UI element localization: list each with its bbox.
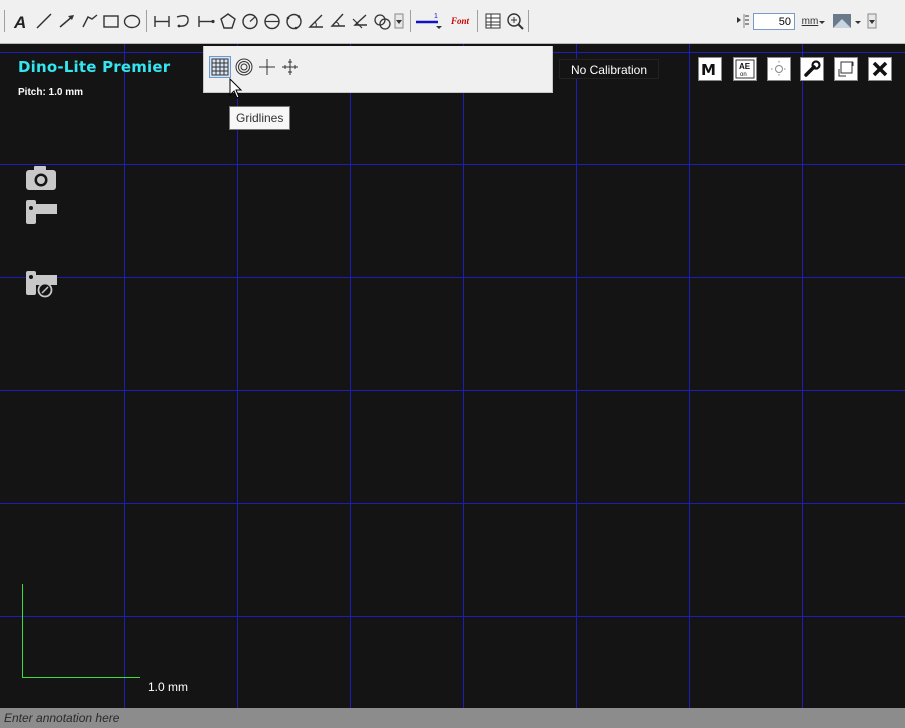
mouse-cursor-icon bbox=[229, 78, 243, 99]
arrow-tool-icon[interactable] bbox=[56, 9, 78, 33]
toolbar-separator bbox=[477, 10, 478, 32]
svg-text:A: A bbox=[13, 13, 26, 31]
zoom-icon[interactable] bbox=[504, 9, 526, 33]
line-color-picker-icon[interactable]: 1 bbox=[414, 9, 444, 33]
line-tool-icon[interactable] bbox=[33, 9, 55, 33]
camera-view[interactable]: Dino-Lite Premier Pitch: 1.0 mm No Calib… bbox=[0, 44, 905, 708]
measurement-toolbar: A 1 Font 50 mm bbox=[0, 0, 905, 44]
grid-line bbox=[350, 44, 351, 708]
annotation-input[interactable] bbox=[0, 708, 905, 728]
close-icon[interactable] bbox=[868, 57, 892, 81]
gridlines-tooltip: Gridlines bbox=[229, 106, 291, 130]
ellipse-tool-icon[interactable] bbox=[121, 9, 143, 33]
video-record-icon[interactable] bbox=[25, 197, 59, 227]
grid-line bbox=[689, 44, 690, 708]
grid-line bbox=[0, 277, 905, 278]
grid-options-popup bbox=[203, 46, 553, 93]
toolbar-separator bbox=[4, 10, 5, 32]
center-distance-tool-icon[interactable] bbox=[371, 9, 393, 33]
grid-line bbox=[0, 616, 905, 617]
settings-wrench-icon[interactable] bbox=[800, 57, 824, 81]
grid-line bbox=[802, 44, 803, 708]
polygon-tool-icon[interactable] bbox=[217, 9, 239, 33]
rectangle-tool-icon[interactable] bbox=[100, 9, 122, 33]
grid-line bbox=[124, 44, 125, 708]
measure-mode-button[interactable]: M bbox=[698, 57, 722, 81]
angle-tool-icon[interactable] bbox=[305, 9, 327, 33]
grid-line bbox=[576, 44, 577, 708]
svg-text:AE: AE bbox=[739, 62, 751, 71]
font-picker-button[interactable]: Font bbox=[446, 9, 474, 33]
concentric-circles-button[interactable] bbox=[233, 56, 255, 78]
color-dropdown-button[interactable] bbox=[830, 9, 864, 33]
font-picker-label: Font bbox=[450, 16, 469, 26]
three-point-circle-tool-icon[interactable] bbox=[283, 9, 305, 33]
grid-line bbox=[237, 44, 238, 708]
auto-exposure-button[interactable]: AE on bbox=[733, 57, 757, 81]
led-brightness-icon[interactable] bbox=[767, 57, 791, 81]
text-tool-icon[interactable]: A bbox=[10, 9, 32, 33]
device-name: Dino-Lite Premier bbox=[18, 58, 171, 76]
timelapse-icon[interactable] bbox=[25, 268, 59, 298]
parallel-lines-tool-icon[interactable] bbox=[195, 9, 217, 33]
scale-value-input[interactable] bbox=[753, 13, 795, 30]
circle-tool-icon[interactable] bbox=[239, 9, 261, 33]
grid-line bbox=[0, 390, 905, 391]
crosshair-ticks-button[interactable] bbox=[279, 56, 301, 78]
svg-text:on: on bbox=[740, 72, 747, 78]
unit-selector-button[interactable]: mm bbox=[799, 9, 829, 33]
scale-spin-icon[interactable] bbox=[735, 9, 751, 33]
fullscreen-icon[interactable] bbox=[834, 57, 858, 81]
toolbar-separator bbox=[146, 10, 147, 32]
scale-bar-vertical bbox=[22, 584, 23, 677]
grid-line bbox=[0, 164, 905, 165]
grid-line bbox=[0, 503, 905, 504]
svg-text:1: 1 bbox=[434, 13, 438, 20]
grid-line bbox=[463, 44, 464, 708]
scale-bar-label: 1.0 mm bbox=[148, 680, 189, 694]
table-icon[interactable] bbox=[482, 9, 504, 33]
crosshair-button[interactable] bbox=[256, 56, 278, 78]
scale-bar-horizontal bbox=[22, 677, 140, 678]
four-point-angle-tool-icon[interactable] bbox=[349, 9, 371, 33]
calibration-status: No Calibration bbox=[559, 59, 659, 79]
arc-measure-tool-icon[interactable] bbox=[173, 9, 195, 33]
toolbar-separator bbox=[528, 10, 529, 32]
three-point-angle-tool-icon[interactable] bbox=[327, 9, 349, 33]
toolbar-separator bbox=[410, 10, 411, 32]
more-tools-dropdown-icon[interactable] bbox=[393, 9, 405, 33]
freehand-line-tool-icon[interactable] bbox=[79, 9, 101, 33]
svg-text:M: M bbox=[701, 61, 716, 79]
camera-snapshot-icon[interactable] bbox=[25, 163, 59, 193]
diameter-circle-tool-icon[interactable] bbox=[261, 9, 283, 33]
gridlines-button[interactable] bbox=[209, 56, 231, 78]
unit-selector-label: mm bbox=[801, 15, 819, 27]
toolbar-overflow-icon[interactable] bbox=[866, 9, 878, 33]
grid-pitch-label: Pitch: 1.0 mm bbox=[18, 87, 84, 98]
dimension-line-tool-icon[interactable] bbox=[151, 9, 173, 33]
